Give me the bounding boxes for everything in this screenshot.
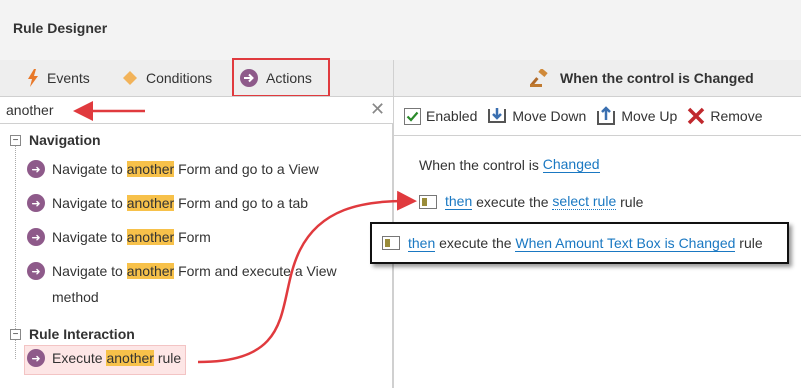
arrow-circle-icon: ➜ xyxy=(27,194,45,212)
gavel-icon xyxy=(530,69,550,87)
search-highlight: another xyxy=(126,229,175,245)
close-icon[interactable]: ✕ xyxy=(370,99,385,120)
item-text: method xyxy=(52,289,99,305)
tab-actions[interactable]: Actions xyxy=(240,60,312,96)
move-down-icon xyxy=(487,106,507,126)
arrow-circle-icon: ➜ xyxy=(27,228,45,246)
item-text: Navigate to xyxy=(52,263,127,279)
rule-action-text: rule xyxy=(616,193,644,210)
search-bar: ✕ xyxy=(0,96,393,124)
select-rule-link[interactable]: select rule xyxy=(552,193,617,210)
tab-events[interactable]: Events xyxy=(27,60,90,96)
list-item[interactable]: ➜ Navigate to another Form and execute a… xyxy=(27,262,337,310)
search-input[interactable] xyxy=(6,100,346,120)
rule-action-line[interactable]: then execute the select rule rule xyxy=(419,193,643,210)
group-label: Navigation xyxy=(29,132,101,148)
rule-header-title: When the control is Changed xyxy=(560,70,754,86)
tab-events-label: Events xyxy=(47,70,90,86)
rule-header: When the control is Changed xyxy=(394,60,801,96)
move-up-icon xyxy=(596,106,616,126)
item-text: Form and go to a tab xyxy=(174,195,309,211)
action-tree: − Navigation ➜ Navigate to another Form … xyxy=(0,124,393,388)
remove-icon xyxy=(687,107,705,125)
item-text: Execute xyxy=(52,350,107,366)
search-highlight: another xyxy=(106,350,154,366)
search-highlight: another xyxy=(126,161,175,177)
checkbox-icon xyxy=(404,107,421,125)
move-up-label: Move Up xyxy=(621,108,678,124)
arrow-circle-icon xyxy=(240,69,258,87)
arrow-circle-icon: ➜ xyxy=(27,160,45,178)
item-text: Form and go to a View xyxy=(174,161,319,177)
callout-text: execute the xyxy=(435,235,516,251)
move-up-button[interactable]: Move Up xyxy=(596,106,677,126)
item-text: Form xyxy=(174,229,211,245)
tab-actions-label: Actions xyxy=(266,70,312,86)
search-highlight: another xyxy=(126,195,175,211)
list-item[interactable]: ➜ Navigate to another Form and go to a t… xyxy=(27,194,308,216)
selected-rule-link[interactable]: When Amount Text Box is Changed xyxy=(515,235,736,252)
list-item[interactable]: ➜ Navigate to another Form and go to a V… xyxy=(27,160,319,182)
then-link[interactable]: then xyxy=(408,235,436,252)
remove-button[interactable]: Remove xyxy=(687,107,762,125)
group-rule-interaction: − Rule Interaction xyxy=(10,326,135,342)
tab-conditions[interactable]: Conditions xyxy=(122,60,212,96)
arrow-circle-icon: ➜ xyxy=(27,349,45,367)
result-callout: then execute the When Amount Text Box is… xyxy=(370,222,789,264)
lightning-icon xyxy=(27,69,39,87)
collapse-icon[interactable]: − xyxy=(10,134,21,146)
group-label: Rule Interaction xyxy=(29,326,135,342)
rule-toolbar: Enabled Move Down Move Up Remove xyxy=(394,96,801,136)
item-text: Navigate to xyxy=(52,195,127,211)
item-text: Navigate to xyxy=(52,161,127,177)
move-down-button[interactable]: Move Down xyxy=(487,106,586,126)
rule-action-icon xyxy=(419,194,437,209)
enabled-label: Enabled xyxy=(426,108,478,124)
diamond-icon xyxy=(122,70,138,86)
rule-event-line: When the control is Changed xyxy=(419,156,600,173)
move-down-label: Move Down xyxy=(512,108,587,124)
event-link[interactable]: Changed xyxy=(542,156,600,173)
rule-action-icon xyxy=(382,236,400,250)
callout-text: rule xyxy=(735,235,763,251)
title-bar: Rule Designer xyxy=(0,0,801,60)
tab-conditions-label: Conditions xyxy=(146,70,213,86)
list-item-selected[interactable]: ➜ Execute another rule xyxy=(24,345,187,375)
collapse-icon[interactable]: − xyxy=(10,328,21,340)
arrow-circle-icon: ➜ xyxy=(27,262,45,280)
rule-event-text: When the control is xyxy=(419,156,539,173)
group-navigation: − Navigation xyxy=(10,132,101,148)
item-text: rule xyxy=(153,350,182,366)
tab-bar: Events Conditions Actions xyxy=(0,60,393,96)
remove-label: Remove xyxy=(710,108,763,124)
rule-action-text: execute the xyxy=(472,193,553,210)
item-text: Form and execute a View xyxy=(174,263,337,279)
app-title: Rule Designer xyxy=(13,20,108,36)
then-link[interactable]: then xyxy=(445,193,473,210)
search-highlight: another xyxy=(126,263,175,279)
enabled-toggle[interactable]: Enabled xyxy=(404,107,478,125)
list-item[interactable]: ➜ Navigate to another Form xyxy=(27,228,211,250)
item-text: Navigate to xyxy=(52,229,127,245)
